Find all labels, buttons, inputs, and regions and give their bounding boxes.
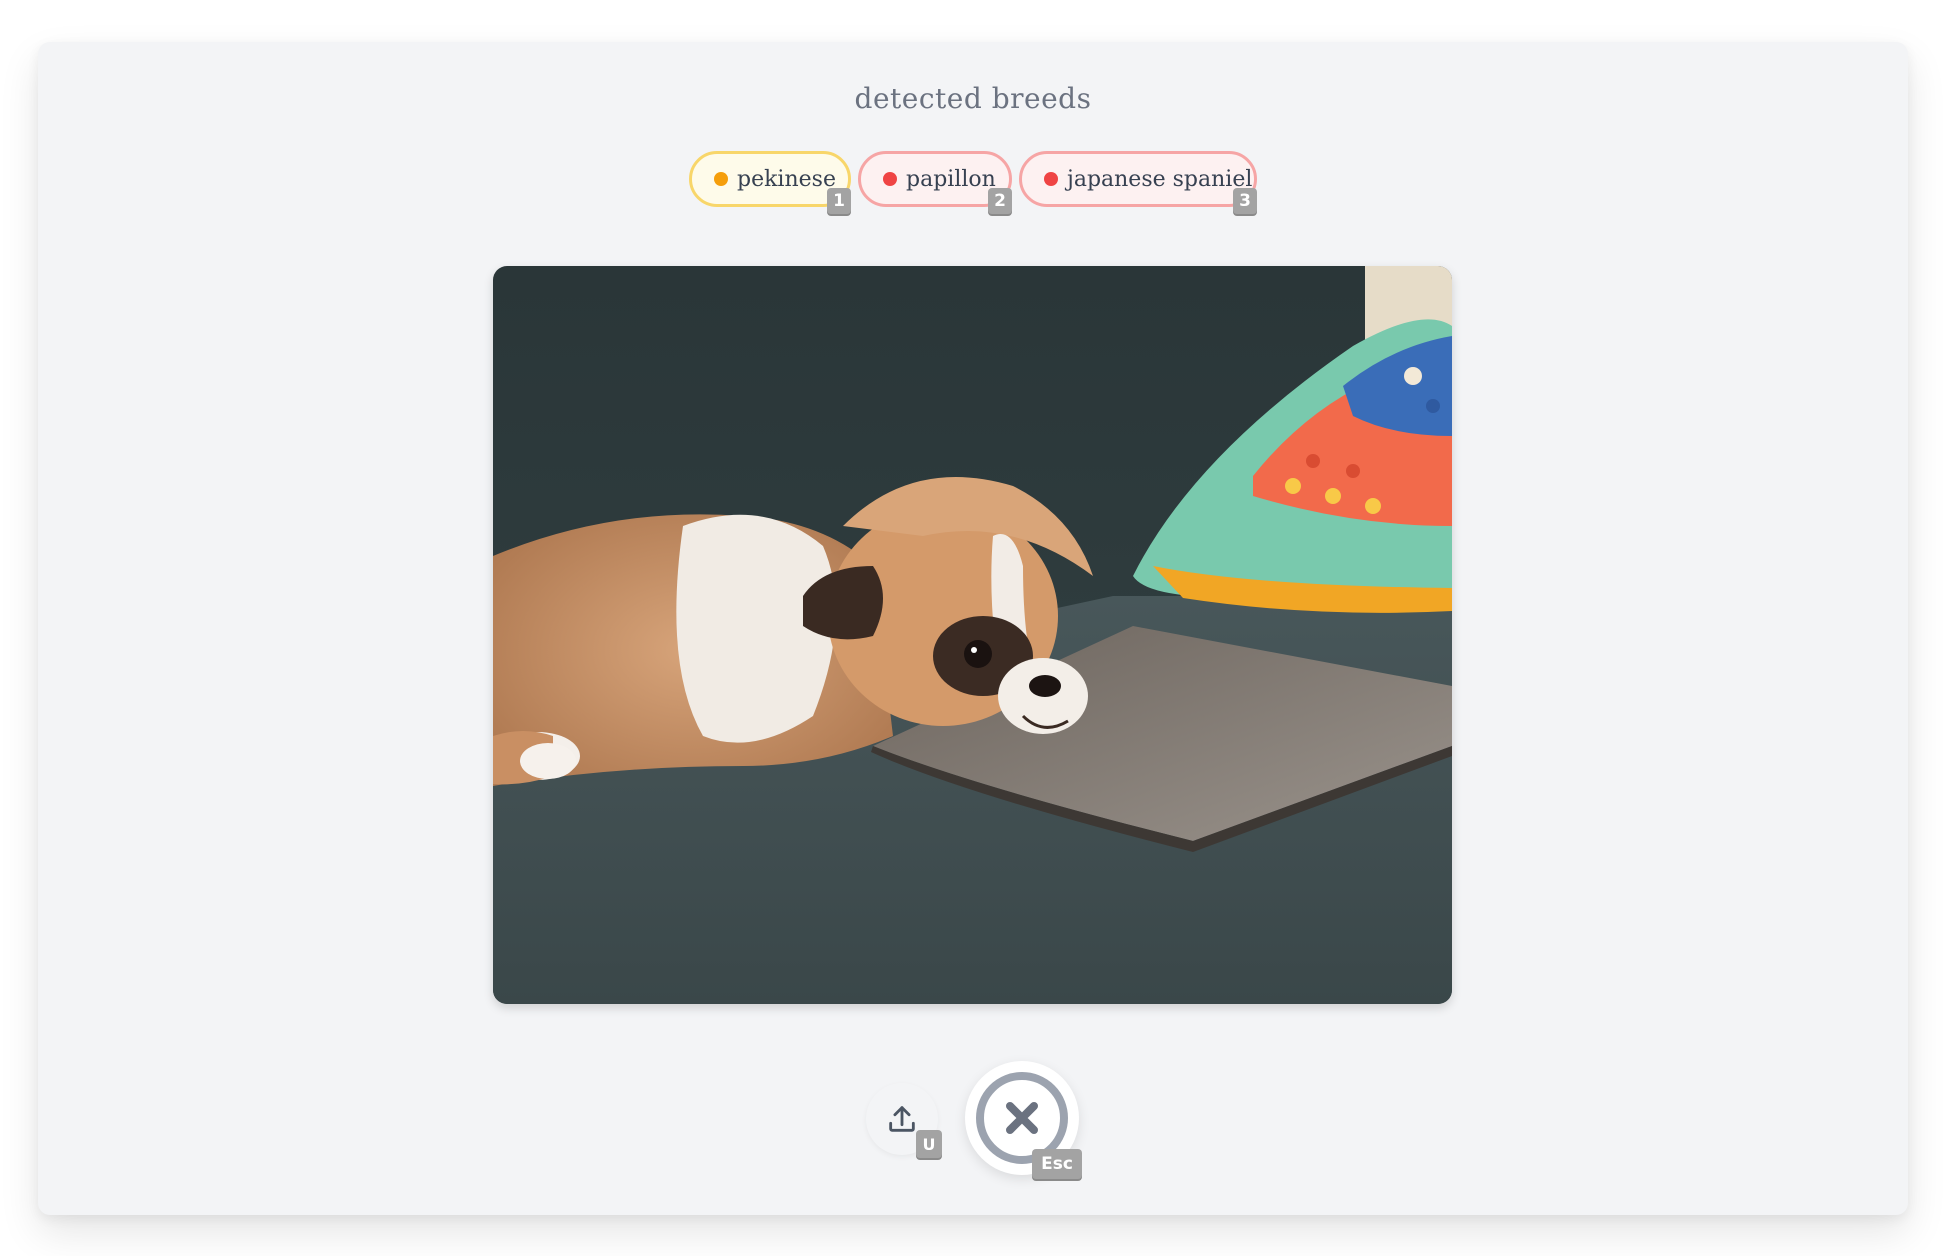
- confidence-dot: [714, 172, 728, 186]
- shortcut-key-1: 1: [827, 188, 851, 214]
- dog-photo: [493, 266, 1452, 1004]
- breed-tag-label: pekinese: [737, 166, 836, 192]
- upload-icon: [889, 1106, 915, 1132]
- breed-tag-label: papillon: [906, 166, 996, 192]
- breed-tag-japanese-spaniel[interactable]: japanese spaniel: [1019, 151, 1257, 207]
- shortcut-key-esc: Esc: [1032, 1149, 1082, 1179]
- shortcut-key-u: U: [916, 1130, 942, 1158]
- page-title: detected breeds: [854, 82, 1092, 115]
- breed-tag-label: japanese spaniel: [1067, 166, 1253, 192]
- shortcut-key-3: 3: [1233, 188, 1257, 214]
- confidence-dot: [883, 172, 897, 186]
- shortcut-key-2: 2: [988, 188, 1012, 214]
- confidence-dot: [1044, 172, 1058, 186]
